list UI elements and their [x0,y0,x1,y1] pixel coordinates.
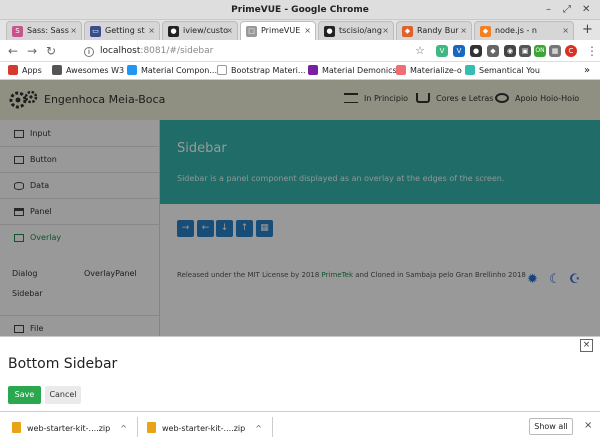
zip-file-icon [12,422,21,433]
tab-close-icon[interactable]: × [226,22,233,40]
bookmarks-overflow-icon[interactable]: » [584,63,590,79]
url-path: :8081/#/sidebar [140,46,214,56]
github-favicon-icon: ● [324,26,335,37]
bookmark-semantical[interactable]: Semantical You [465,63,540,79]
tab-label: node.js - n [495,26,537,35]
shelf-close-icon[interactable]: × [584,418,592,433]
tab-label: tscisio/ang [339,26,382,35]
chevron-up-icon[interactable]: ^ [255,424,262,433]
green-ext-icon[interactable]: ON [534,45,546,57]
bookmark-favicon-icon [465,65,475,75]
bookmark-materialize[interactable]: Materialize-o [396,63,462,79]
url-host: localhost [100,46,141,56]
bookmark-material-components[interactable]: Material Compon... [127,63,217,79]
window-titlebar: PrimeVUE - Google Chrome [0,0,600,20]
download-filename: web-starter-kit-....zip [27,424,111,433]
bookmark-star-icon[interactable]: ☆ [415,43,425,59]
bookmark-label: Material Compon... [141,66,217,75]
bookmarks-bar: Apps Awesomes W3 Material Compon... Boot… [0,62,600,80]
window-close-button[interactable]: ✕ [582,4,590,16]
tab-label: Getting st [105,26,145,35]
grid-ext-icon[interactable]: ▦ [549,45,561,57]
forward-button[interactable]: → [27,43,37,59]
zip-file-icon [147,422,156,433]
tab-close-icon[interactable]: × [70,22,77,40]
tab-label: Randy Bur [417,26,459,35]
gitlab-favicon-icon: ◆ [402,26,413,37]
download-item[interactable]: web-starter-kit-....zip ^ [147,422,262,433]
minimize-button[interactable]: – [546,4,551,16]
tab-tscisio[interactable]: ● tscisio/ang × [318,21,394,40]
tab-label: iview/custo [183,26,229,35]
sidebar-mask[interactable] [0,80,600,336]
maximize-button[interactable]: ⤢ [563,4,571,16]
tab-randy[interactable]: ◆ Randy Bur × [396,21,472,40]
page-icon [217,65,227,75]
tab-primevue[interactable]: □ PrimeVUE × [240,21,316,40]
profile-avatar-icon[interactable]: C [565,45,577,57]
divider [137,417,138,437]
bookmark-label: Semantical You [479,66,540,75]
github-ext-icon[interactable]: ● [470,45,482,57]
tab-close-icon[interactable]: × [148,22,155,40]
divider [272,417,273,437]
bookmark-bootstrap-material[interactable]: Bootstrap Materi... [217,63,306,79]
bookmark-favicon-icon [52,65,62,75]
save-button[interactable]: Save [8,386,41,404]
bookmark-awesomes[interactable]: Awesomes W3 [52,63,124,79]
bookmark-apps[interactable]: Apps [8,63,42,79]
bookmark-label: Bootstrap Materi... [231,66,306,75]
tab-nodejs[interactable]: ◆ node.js - n × [474,21,574,40]
tab-close-icon[interactable]: × [460,22,467,40]
bookmark-label: Materialize-o [410,66,462,75]
bookmark-label: Material Demonics [322,66,397,75]
bookmark-favicon-icon [308,65,318,75]
bookmark-favicon-icon [396,65,406,75]
apps-grid-icon [8,65,18,75]
download-shelf: web-starter-kit-....zip ^ web-starter-kit… [0,411,600,441]
vue-devtools-icon[interactable]: V [436,45,448,57]
stackoverflow-favicon-icon: ◆ [480,26,491,37]
tab-close-icon[interactable]: × [562,22,569,40]
sidebar-close-icon[interactable]: × [580,339,593,352]
window-title: PrimeVUE - Google Chrome [231,5,369,15]
tab-getting-started[interactable]: ▭ Getting st × [84,21,160,40]
back-button[interactable]: ← [8,43,18,59]
puzzle-ext-icon[interactable]: ◆ [487,45,499,57]
bottom-sidebar [0,336,600,411]
cancel-button[interactable]: Cancel [45,386,81,404]
bookmark-material-demonics[interactable]: Material Demonics [308,63,397,79]
tab-close-icon[interactable]: × [382,22,389,40]
bookmark-label: Awesomes W3 [66,66,125,75]
download-item[interactable]: web-starter-kit-....zip ^ [12,422,127,433]
download-filename: web-starter-kit-....zip [162,424,246,433]
new-tab-button[interactable]: + [582,21,593,39]
bookmark-favicon-icon [127,65,137,75]
tab-label: PrimeVUE [261,26,301,35]
page-favicon-icon: □ [246,26,257,37]
address-bar[interactable]: i localhost:8081/#/sidebar [84,43,436,59]
sidebar-title: Bottom Sidebar [8,356,118,372]
circle-ext-icon[interactable]: ◉ [504,45,516,57]
page-viewport: Engenhoca Meia-Boca In Principio Cores e… [0,80,600,336]
bookmark-label: Apps [22,66,42,75]
tab-iview[interactable]: ● iview/custo × [162,21,238,40]
reload-button[interactable]: ↻ [46,43,56,59]
chevron-up-icon[interactable]: ^ [120,424,127,433]
camera-ext-icon[interactable]: ▣ [519,45,531,57]
tab-strip: S Sass: Sass × ▭ Getting st × ● iview/cu… [0,20,600,40]
tab-close-icon[interactable]: × [304,22,311,40]
github-favicon-icon: ● [168,26,179,37]
show-all-button[interactable]: Show all [529,418,573,435]
page-favicon-icon: ▭ [90,26,101,37]
vuetify-icon[interactable]: V [453,45,465,57]
tab-label: Sass: Sass [27,26,69,35]
browser-menu-icon[interactable]: ⋮ [586,43,598,59]
info-icon[interactable]: i [84,47,94,57]
sass-favicon-icon: S [12,26,23,37]
tab-sass[interactable]: S Sass: Sass × [6,21,82,40]
